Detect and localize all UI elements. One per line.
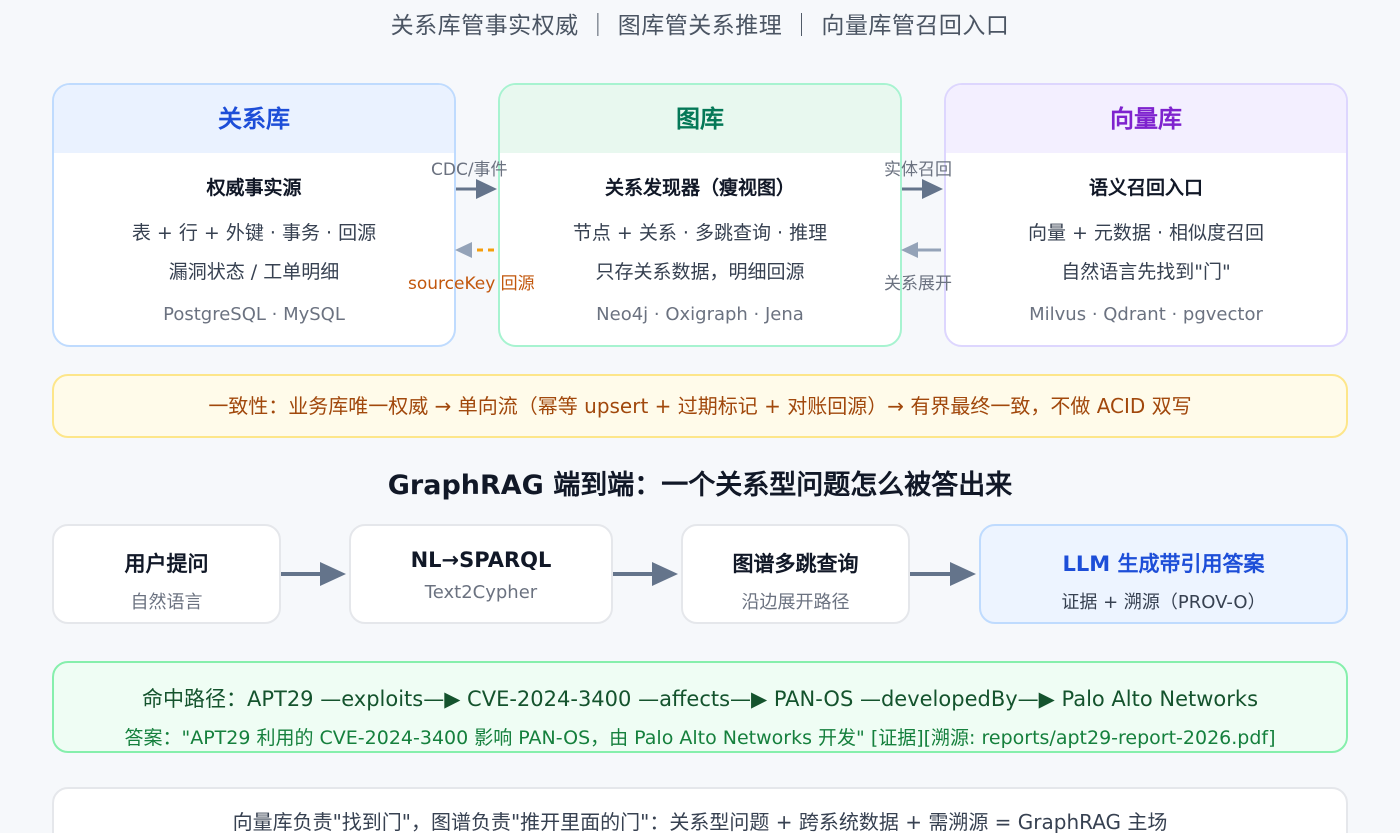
step-subtitle: 自然语言 <box>130 592 203 613</box>
step-title: 用户提问 <box>124 552 209 576</box>
step-title: NL→SPARQL <box>410 548 552 572</box>
relation-expand-arrow <box>901 242 941 258</box>
step-subtitle: 沿边展开路径 <box>741 592 850 613</box>
consistency-banner: 一致性：业务库唯一权威 → 单向流（幂等 upsert + 过期标记 + 对账回… <box>52 374 1348 438</box>
answer-text: 答案："APT29 利用的 CVE-2024-3400 影响 PAN-OS，由 … <box>124 727 1276 749</box>
step-title: LLM 生成带引用答案 <box>1062 552 1265 576</box>
pipeline-step-nl-to-sparql: NL→SPARQL Text2Cypher <box>349 524 613 624</box>
pipeline-step-llm-answer: LLM 生成带引用答案 证据 + 溯源（PROV-O） <box>979 524 1348 624</box>
pipeline-step-user-question: 用户提问 自然语言 <box>52 524 281 624</box>
entity-recall-arrow <box>902 179 943 199</box>
hit-path: 命中路径：APT29 —exploits—▶ CVE-2024-3400 —af… <box>141 687 1259 711</box>
graphrag-section-title: GraphRAG 端到端：一个关系型问题怎么被答出来 <box>387 470 1013 501</box>
pipeline-step-multihop-query: 图谱多跳查询 沿边展开路径 <box>681 524 910 624</box>
step-title: 图谱多跳查询 <box>732 552 859 576</box>
cdc-arrow <box>456 179 497 199</box>
pipeline-arrow-1 <box>281 562 346 586</box>
hit-path-box: 命中路径：APT29 —exploits—▶ CVE-2024-3400 —af… <box>52 661 1348 753</box>
step-subtitle: Text2Cypher <box>424 582 538 603</box>
pipeline-arrow-2 <box>613 562 678 586</box>
summary-box: 向量库负责"找到门"，图谱负责"推开里面的门"：关系型问题 + 跨系统数据 + … <box>52 787 1348 833</box>
summary-text: 向量库负责"找到门"，图谱负责"推开里面的门"：关系型问题 + 跨系统数据 + … <box>232 810 1168 833</box>
pipeline-arrow-3 <box>910 562 976 586</box>
step-subtitle: 证据 + 溯源（PROV-O） <box>1061 592 1266 613</box>
sourcekey-dashed-arrow <box>455 242 494 258</box>
